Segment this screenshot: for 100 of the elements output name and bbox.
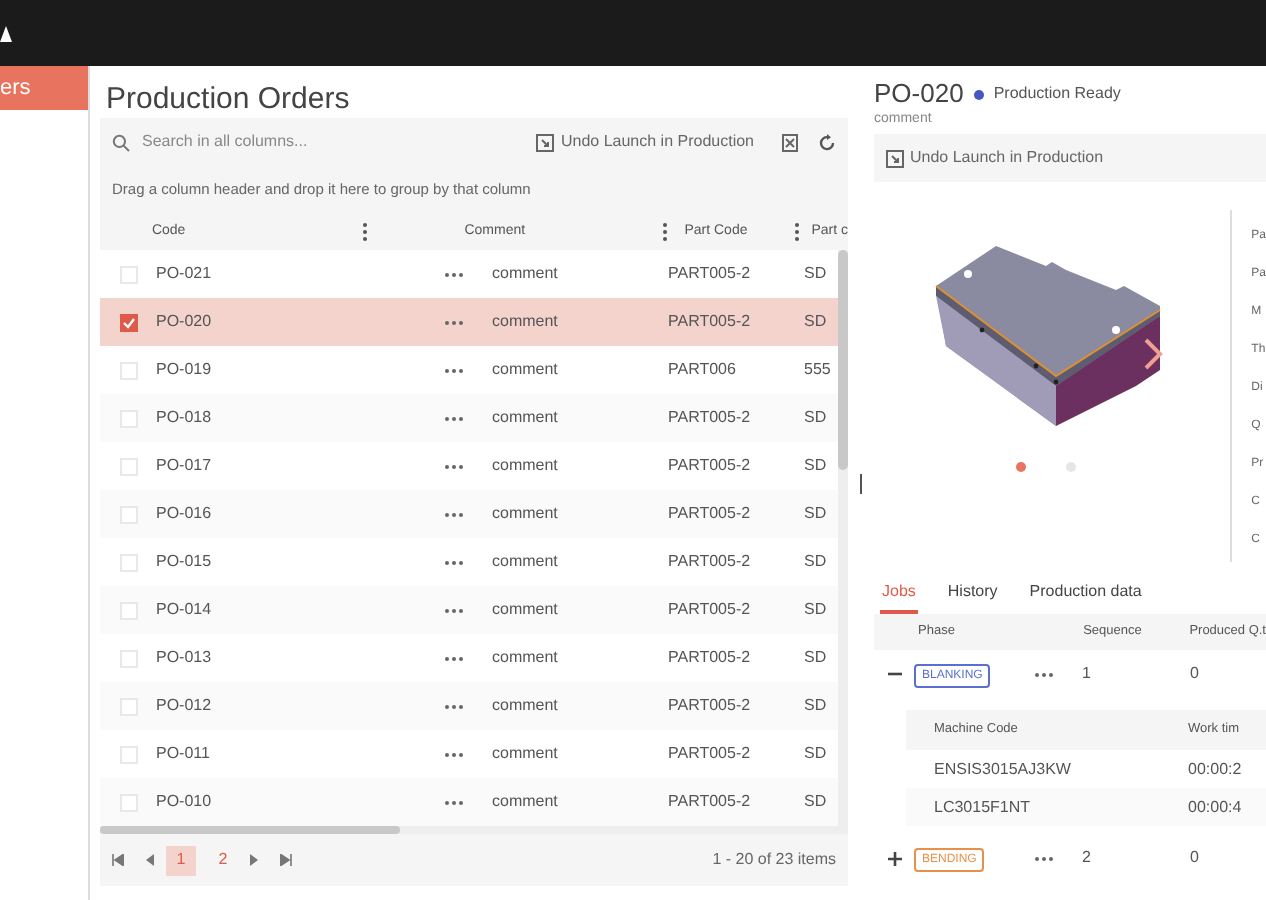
table-cell: SD: [804, 646, 827, 670]
logo-icon: [0, 25, 12, 41]
table-cell: SD: [804, 310, 827, 334]
table-cell-text: PART005-2: [668, 310, 753, 334]
table-cell-text: comment: [492, 742, 560, 766]
previous-page-icon[interactable]: [144, 854, 154, 866]
table-row[interactable]: PO-018 comment PART005-2 SD: [100, 394, 838, 442]
refresh-icon[interactable]: [818, 133, 836, 151]
table-cell-text: PO-018: [156, 406, 214, 430]
table-cell: 0: [1190, 846, 1199, 870]
more-icon[interactable]: [444, 271, 464, 277]
more-icon[interactable]: [444, 751, 464, 757]
column-menu-icon[interactable]: [662, 221, 669, 242]
table-row[interactable]: PO-021 comment PART005-2 SD: [100, 250, 838, 298]
undo-launch-button[interactable]: Undo Launch in Production: [886, 146, 1104, 170]
table-cell-text: comment: [492, 502, 560, 526]
table-cell: SD: [804, 694, 827, 718]
table-cell-text: PART005-2: [668, 454, 753, 478]
table-cell-text: PO-016: [156, 502, 214, 526]
pager-summary: 1 - 20 of 23 items: [712, 848, 836, 872]
table-cell-text: PO-014: [156, 598, 214, 622]
more-icon[interactable]: [444, 463, 464, 469]
table-cell: SD: [804, 502, 827, 526]
detail-tab[interactable]: History: [945, 580, 1000, 614]
search-icon: [112, 133, 130, 151]
more-icon[interactable]: [444, 799, 464, 805]
table-row[interactable]: PO-011 comment PART005-2 SD: [100, 730, 838, 778]
table-cell: SD: [804, 262, 827, 286]
more-icon[interactable]: [444, 559, 464, 565]
table-cell: SD: [804, 598, 827, 622]
table-cell-text: PART005-2: [668, 790, 753, 814]
check-icon: [121, 315, 135, 329]
table-row[interactable]: PO-016 comment PART005-2 SD: [100, 490, 838, 538]
table-cell-text: comment: [492, 358, 560, 382]
table-cell-text: comment: [492, 598, 560, 622]
table-cell-text: PO-015: [156, 550, 214, 574]
table-cell-text: comment: [492, 694, 560, 718]
more-icon[interactable]: [444, 367, 464, 373]
table-cell-text: PART005-2: [668, 742, 753, 766]
detail-tab[interactable]: Production data: [1027, 580, 1144, 614]
table-cell-text: PART005-2: [668, 694, 753, 718]
more-icon[interactable]: [444, 511, 464, 517]
table-cell-text: ENSIS3015AJ3KW: [934, 757, 1073, 781]
undo-launch-icon: [536, 133, 555, 151]
excel-export-icon[interactable]: [782, 133, 798, 151]
next-slide-icon[interactable]: [1144, 338, 1164, 370]
table-cell: 00:00:2: [1188, 757, 1242, 781]
table-cell-text: PART005-2: [668, 502, 753, 526]
expand-icon[interactable]: [887, 851, 901, 865]
table-cell: SD: [804, 550, 827, 574]
more-icon[interactable]: [444, 415, 464, 421]
more-icon[interactable]: [1034, 671, 1054, 677]
table-cell: 00:00:4: [1188, 795, 1242, 819]
table-cell-text: PART005-2: [668, 646, 753, 670]
table-cell-text: PART005-2: [668, 550, 753, 574]
table-row[interactable]: PO-020 comment PART005-2 SD: [100, 298, 838, 346]
table-row[interactable]: PO-012 comment PART005-2 SD: [100, 682, 838, 730]
last-page-icon[interactable]: [280, 854, 292, 866]
table-cell-text: comment: [492, 790, 560, 814]
more-icon[interactable]: [444, 319, 464, 325]
table-row[interactable]: PO-010 comment PART005-2 SD: [100, 778, 838, 826]
table-cell-text: PART006: [668, 358, 738, 382]
table-cell-text: PO-010: [156, 790, 214, 814]
status-label: Production Ready: [993, 82, 1121, 106]
page-title: Production Orders: [104, 80, 352, 118]
table-cell: SD: [804, 406, 827, 430]
first-page-icon[interactable]: [112, 854, 124, 866]
table-cell-text: PO-020: [156, 310, 214, 334]
table-row[interactable]: PO-014 comment PART005-2 SD: [100, 586, 838, 634]
table-row[interactable]: PO-019 comment PART006 555: [100, 346, 838, 394]
table-cell: SD: [804, 790, 827, 814]
splitter-handle[interactable]: [860, 473, 862, 493]
search-field[interactable]: Search in all columns...: [142, 130, 502, 154]
more-icon[interactable]: [1034, 855, 1054, 861]
table-cell-text: PART005-2: [668, 262, 753, 286]
table-row[interactable]: PO-017 comment PART005-2 SD: [100, 442, 838, 490]
undo-launch-button[interactable]: Undo Launch in Production: [536, 130, 754, 154]
more-icon[interactable]: [444, 655, 464, 661]
table-row[interactable]: PO-013 comment PART005-2 SD: [100, 634, 838, 682]
table-cell: SD: [804, 742, 827, 766]
table-row[interactable]: PO-015 comment PART005-2 SD: [100, 538, 838, 586]
table-cell-text: PO-013: [156, 646, 214, 670]
more-icon[interactable]: [444, 607, 464, 613]
row-checkbox[interactable]: [119, 313, 137, 331]
column-menu-icon[interactable]: [793, 221, 800, 242]
undo-launch-icon: [886, 149, 904, 167]
table-cell: 555: [804, 358, 831, 382]
table-cell-text: comment: [492, 262, 560, 286]
more-icon[interactable]: [444, 703, 464, 709]
table-cell-text: PO-011: [156, 742, 212, 766]
column-menu-icon[interactable]: [361, 221, 368, 242]
table-cell-text: LC3015F1NT: [934, 795, 1033, 819]
table-cell: SD: [804, 454, 827, 478]
table-cell: 0: [1190, 662, 1199, 686]
order-title: PO-020: [874, 76, 964, 113]
table-cell-text: PO-012: [156, 694, 214, 718]
table-cell-text: PO-019: [156, 358, 214, 382]
table-cell-text: PO-021: [156, 262, 214, 286]
next-page-icon[interactable]: [250, 854, 260, 866]
table-cell-text: PO-017: [156, 454, 214, 478]
